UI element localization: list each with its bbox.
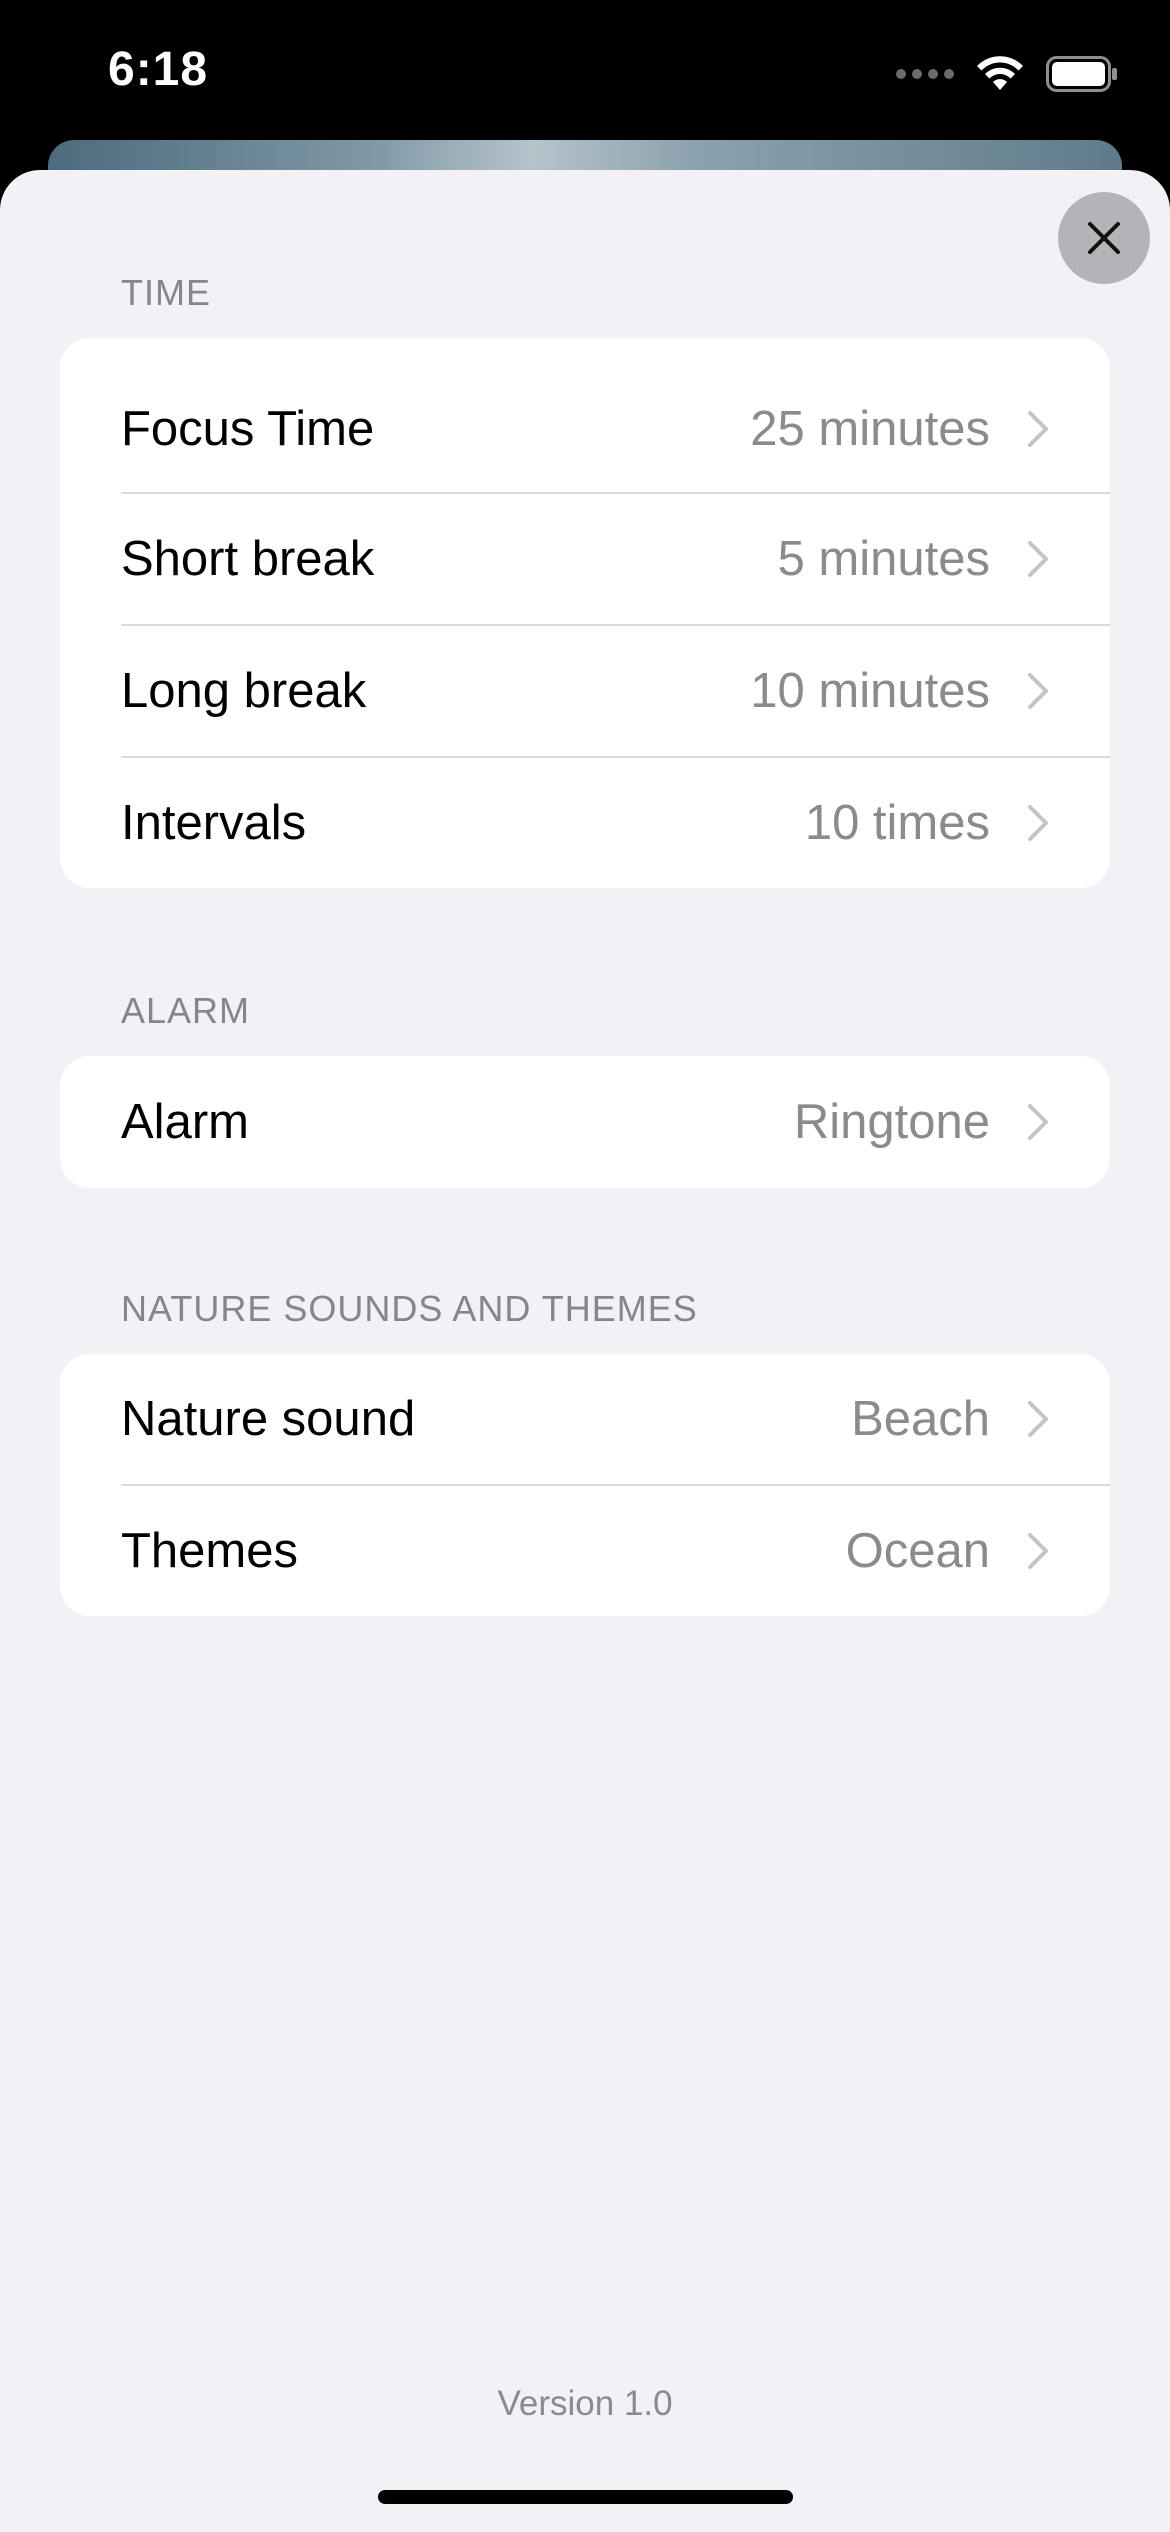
row-focus-time[interactable]: Focus Time 25 minutes	[60, 366, 1110, 492]
chevron-right-icon	[1024, 803, 1052, 843]
row-label: Intervals	[121, 796, 307, 850]
row-intervals[interactable]: Intervals 10 times	[60, 758, 1110, 888]
status-icons	[896, 52, 1118, 96]
close-button[interactable]	[1058, 192, 1150, 284]
row-value: 10 times	[804, 796, 990, 850]
chevron-right-icon	[1024, 539, 1052, 579]
status-time: 6:18	[108, 43, 209, 96]
alarm-settings-group: Alarm Ringtone	[60, 1056, 1110, 1188]
status-bar: 6:18	[0, 0, 1170, 150]
section-header-time: TIME	[121, 272, 211, 313]
cellular-signal-icon	[896, 69, 954, 79]
chevron-right-icon	[1024, 409, 1052, 449]
row-value: Ocean	[845, 1524, 990, 1578]
row-label: Long break	[121, 664, 367, 718]
row-short-break[interactable]: Short break 5 minutes	[60, 494, 1110, 624]
nature-settings-group: Nature sound Beach Themes Ocean	[60, 1354, 1110, 1616]
row-label: Nature sound	[121, 1392, 416, 1446]
row-nature-sound[interactable]: Nature sound Beach	[60, 1354, 1110, 1484]
section-header-nature-sounds: NATURE SOUNDS AND THEMES	[121, 1288, 698, 1329]
close-icon	[1088, 222, 1120, 254]
section-header-alarm: ALARM	[121, 990, 251, 1031]
row-value: 10 minutes	[750, 664, 990, 718]
row-label: Alarm	[121, 1095, 249, 1149]
home-indicator[interactable]	[378, 2490, 793, 2504]
chevron-right-icon	[1024, 1531, 1052, 1571]
chevron-right-icon	[1024, 1102, 1052, 1142]
wifi-icon	[977, 56, 1023, 90]
time-settings-group: Focus Time 25 minutes Short break 5 minu…	[60, 338, 1110, 888]
row-label: Themes	[121, 1524, 299, 1578]
row-long-break[interactable]: Long break 10 minutes	[60, 626, 1110, 756]
chevron-right-icon	[1024, 1399, 1052, 1439]
row-themes[interactable]: Themes Ocean	[60, 1486, 1110, 1616]
row-value: 5 minutes	[777, 532, 990, 586]
row-value: Ringtone	[793, 1095, 990, 1149]
row-alarm[interactable]: Alarm Ringtone	[60, 1056, 1110, 1188]
battery-icon	[1046, 56, 1117, 92]
chevron-right-icon	[1024, 671, 1052, 711]
row-value: 25 minutes	[750, 402, 990, 456]
row-label: Focus Time	[121, 402, 375, 456]
version-label: Version 1.0	[497, 2384, 673, 2423]
row-label: Short break	[121, 532, 375, 586]
row-value: Beach	[851, 1392, 990, 1446]
